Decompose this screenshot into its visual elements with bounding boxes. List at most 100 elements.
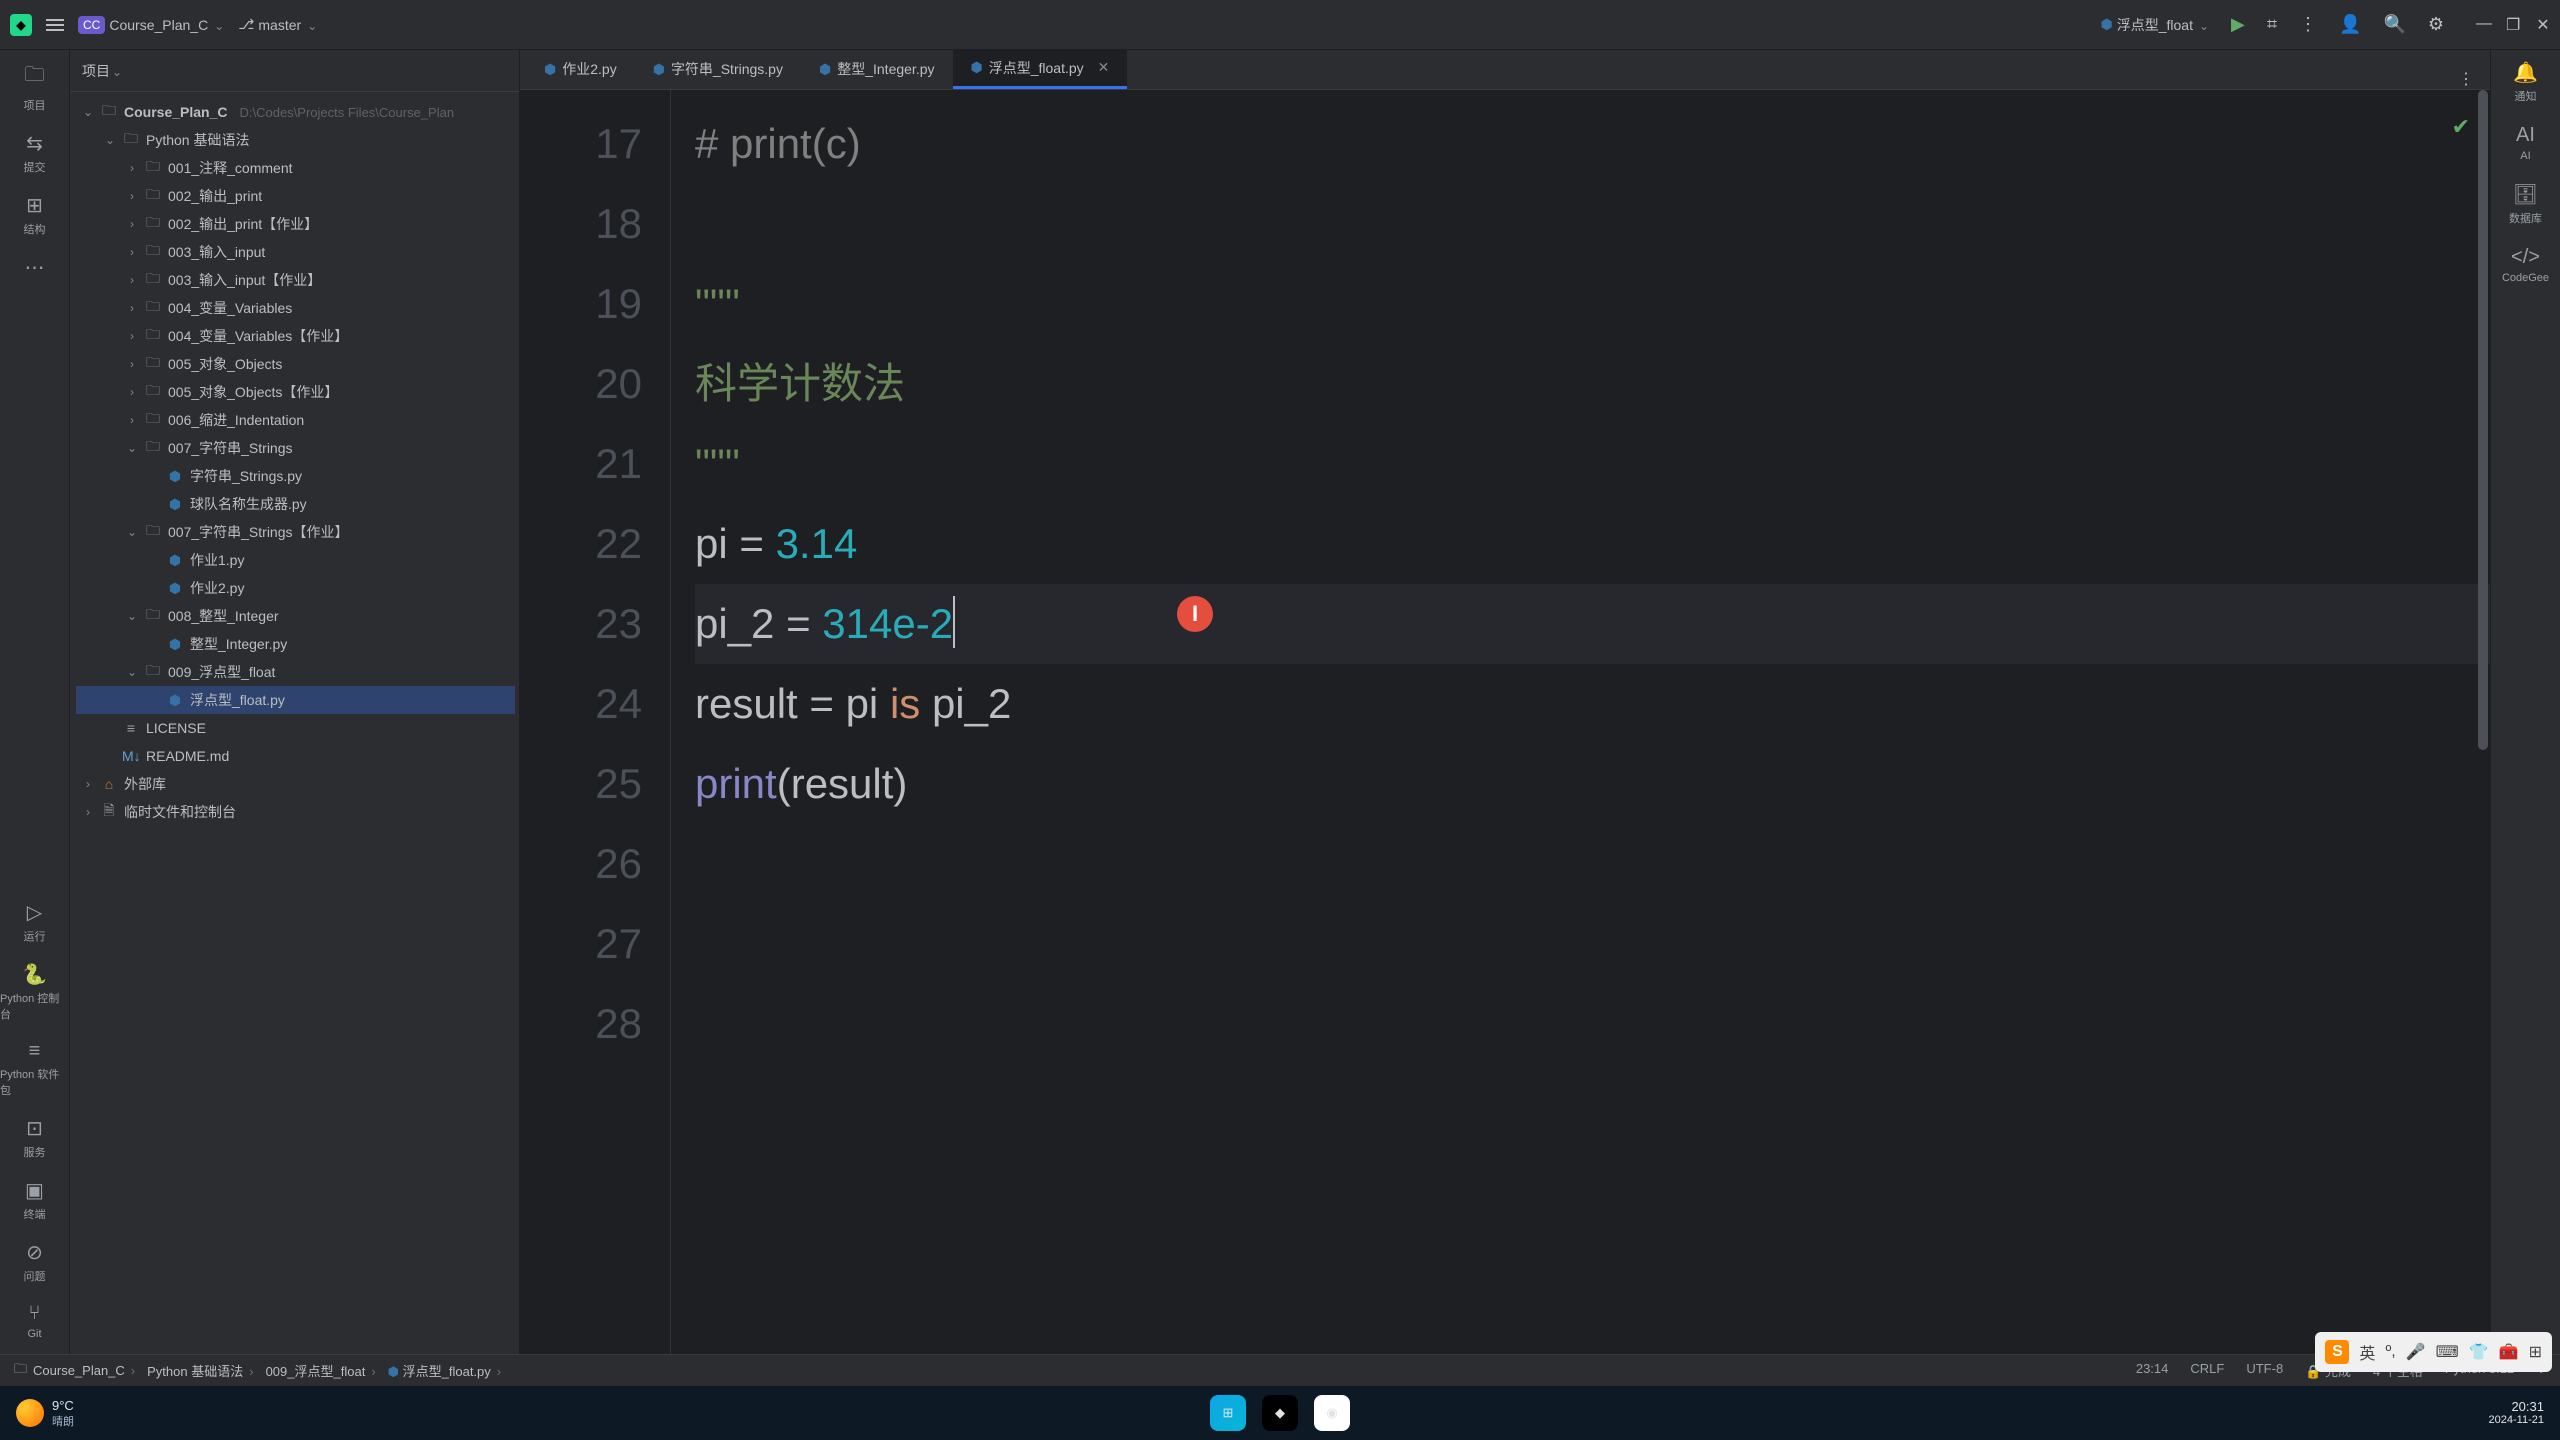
tool-run[interactable]: ▷运行 [24, 900, 46, 944]
breadcrumb-item[interactable]: Course_Plan_C [33, 1363, 141, 1378]
breadcrumb-item[interactable]: ⬢ 浮点型_float.py [388, 1361, 507, 1380]
tab-active[interactable]: ⬢浮点型_float.py✕ [953, 49, 1128, 89]
weather-icon [16, 1399, 44, 1427]
tool-commit[interactable]: ⇆提交 [24, 131, 46, 175]
tree-folder[interactable]: ⌄🗀Python 基础语法 [76, 126, 515, 154]
search-everywhere-icon[interactable]: 🔍 [2383, 14, 2405, 35]
structure-icon: ⊞ [26, 193, 43, 218]
tree-folder[interactable]: ›🗀004_变量_Variables【作业】 [76, 322, 515, 350]
project-selector[interactable]: CC Course_Plan_C [78, 16, 224, 34]
windows-taskbar[interactable]: 9°C 晴朗 ⊞ ◆ ◉ 20:31 2024-11-21 [0, 1386, 2560, 1440]
status-encoding[interactable]: UTF-8 [2246, 1361, 2283, 1380]
tab[interactable]: ⬢作业2.py [526, 49, 635, 89]
terminal-icon: ▣ [25, 1178, 44, 1203]
main-menu-button[interactable] [46, 19, 64, 31]
tool-python-console[interactable]: 🐍Python 控制台 [0, 962, 69, 1022]
tree-folder[interactable]: ›🗀002_输出_print [76, 182, 515, 210]
tool-project[interactable]: 🗀项目 [24, 60, 46, 113]
ime-skin-icon[interactable]: 👕 [2469, 1342, 2489, 1362]
tree-folder[interactable]: ›🗀001_注释_comment [76, 154, 515, 182]
tree-root[interactable]: ⌄🗀Course_Plan_CD:\Codes\Projects Files\C… [76, 98, 515, 126]
tree-folder[interactable]: ›🗀005_对象_Objects [76, 350, 515, 378]
breadcrumb-home-icon[interactable]: 🗀 [14, 1360, 27, 1382]
code-lines[interactable]: # print(c) """ 科学计数法 """ pi = 3.14 pi_2 … [670, 90, 2490, 1354]
breadcrumb-item[interactable]: Python 基础语法 [147, 1361, 259, 1380]
line-gutter: 171819202122232425262728 [520, 90, 670, 1354]
tree-file[interactable]: ⬢作业1.py [76, 546, 515, 574]
more-icon: ⋯ [25, 255, 45, 280]
tab[interactable]: ⬢字符串_Strings.py [635, 49, 801, 89]
settings-icon[interactable]: ⚙ [2428, 14, 2444, 35]
run-config-selector[interactable]: ⬢ 浮点型_float [2100, 15, 2209, 35]
more-actions-button[interactable]: ⋮ [2299, 14, 2317, 35]
taskbar-clock[interactable]: 20:31 2024-11-21 [2489, 1399, 2544, 1428]
ime-toolbar[interactable]: S 英 º, 🎤 ⌨ 👕 🧰 ⊞ [2315, 1332, 2552, 1372]
ai-icon: AI [2516, 124, 2535, 147]
tree-file[interactable]: ⬢字符串_Strings.py [76, 462, 515, 490]
tree-folder[interactable]: ⌄🗀007_字符串_Strings [76, 434, 515, 462]
tree-folder[interactable]: ›🗀004_变量_Variables [76, 294, 515, 322]
ime-menu-icon[interactable]: ⊞ [2529, 1342, 2542, 1362]
app-logo-icon: ◆ [10, 14, 32, 36]
tool-python-packages[interactable]: ≡Python 软件包 [0, 1040, 69, 1098]
vcs-branch-selector[interactable]: ⎇ master [238, 16, 317, 33]
ime-keyboard-icon[interactable]: ⌨ [2436, 1342, 2459, 1362]
tree-scratch[interactable]: ›🗎临时文件和控制台 [76, 798, 515, 826]
tree-file[interactable]: M↓README.md [76, 742, 515, 770]
close-button[interactable]: ✕ [2536, 15, 2550, 35]
tree-file[interactable]: ≡LICENSE [76, 714, 515, 742]
tabs-more-button[interactable]: ⋮ [2442, 69, 2490, 89]
ime-mode[interactable]: 英 [2359, 1340, 2375, 1364]
project-tree-header[interactable]: 项目 [70, 50, 519, 92]
nav-breadcrumb-bar: 🗀 Course_Plan_C Python 基础语法 009_浮点型_floa… [0, 1354, 2560, 1386]
minimize-button[interactable]: — [2476, 15, 2490, 35]
taskbar-start-icon[interactable]: ⊞ [1210, 1395, 1246, 1431]
tree-folder[interactable]: ⌄🗀007_字符串_Strings【作业】 [76, 518, 515, 546]
editor-scrollbar[interactable] [2474, 90, 2490, 1354]
status-line-sep[interactable]: CRLF [2190, 1361, 2224, 1380]
taskbar-chrome-icon[interactable]: ◉ [1314, 1395, 1350, 1431]
tree-file[interactable]: ⬢作业2.py [76, 574, 515, 602]
close-tab-icon[interactable]: ✕ [1098, 59, 1110, 76]
tool-notifications[interactable]: 🔔通知 [2513, 60, 2538, 104]
run-button[interactable]: ▶ [2231, 14, 2245, 35]
taskbar-center: ⊞ ◆ ◉ [1210, 1395, 1350, 1431]
taskbar-weather[interactable]: 9°C 晴朗 [16, 1398, 74, 1429]
maximize-button[interactable]: ❐ [2506, 15, 2520, 35]
tree-folder[interactable]: ›🗀003_输入_input [76, 238, 515, 266]
tree-folder[interactable]: ⌄🗀008_整型_Integer [76, 602, 515, 630]
tool-terminal[interactable]: ▣终端 [24, 1178, 46, 1222]
project-tree-panel: 项目 ⌄🗀Course_Plan_CD:\Codes\Projects File… [70, 50, 520, 1354]
status-caret-pos[interactable]: 23:14 [2136, 1361, 2169, 1380]
code-editor[interactable]: ✔ 171819202122232425262728 # print(c) ""… [520, 90, 2490, 1354]
tool-codegee[interactable]: </>CodeGee [2502, 246, 2549, 284]
tree-ext-libs[interactable]: ›⌂外部库 [76, 770, 515, 798]
project-tree[interactable]: ⌄🗀Course_Plan_CD:\Codes\Projects Files\C… [70, 92, 519, 1354]
run-config-name: 浮点型_float [2117, 15, 2193, 35]
tree-folder[interactable]: ›🗀005_对象_Objects【作业】 [76, 378, 515, 406]
breadcrumb-item[interactable]: 009_浮点型_float [266, 1361, 382, 1380]
tool-git[interactable]: ⑂Git [27, 1302, 41, 1340]
tool-ai[interactable]: AIAI [2516, 124, 2535, 162]
tool-database[interactable]: 🗄数据库 [2509, 182, 2542, 226]
tool-structure[interactable]: ⊞结构 [24, 193, 46, 237]
tree-folder[interactable]: ›🗀002_输出_print【作业】 [76, 210, 515, 238]
taskbar-pycharm-icon[interactable]: ◆ [1262, 1395, 1298, 1431]
tree-file[interactable]: ⬢整型_Integer.py [76, 630, 515, 658]
tool-services[interactable]: ⊡服务 [24, 1116, 46, 1160]
tree-folder[interactable]: ⌄🗀009_浮点型_float [76, 658, 515, 686]
tool-problems[interactable]: ⊘问题 [24, 1240, 46, 1284]
tab[interactable]: ⬢整型_Integer.py [801, 49, 953, 89]
ime-toolbox-icon[interactable]: 🧰 [2499, 1342, 2519, 1362]
left-toolbar: 🗀项目 ⇆提交 ⊞结构 ⋯ ▷运行 🐍Python 控制台 ≡Python 软件… [0, 50, 70, 1354]
tree-file[interactable]: ⬢球队名称生成器.py [76, 490, 515, 518]
ime-punct-icon[interactable]: º, [2385, 1343, 2395, 1361]
code-with-me-icon[interactable]: 👤 [2339, 14, 2361, 35]
tree-folder[interactable]: ›🗀006_缩进_Indentation [76, 406, 515, 434]
tree-file-selected[interactable]: ⬢浮点型_float.py [76, 686, 515, 714]
tree-folder[interactable]: ›🗀003_输入_input【作业】 [76, 266, 515, 294]
tool-more[interactable]: ⋯ [25, 255, 45, 280]
ime-voice-icon[interactable]: 🎤 [2406, 1342, 2426, 1362]
python-console-icon: 🐍 [22, 962, 47, 987]
debug-button[interactable]: ⌗ [2267, 14, 2277, 35]
